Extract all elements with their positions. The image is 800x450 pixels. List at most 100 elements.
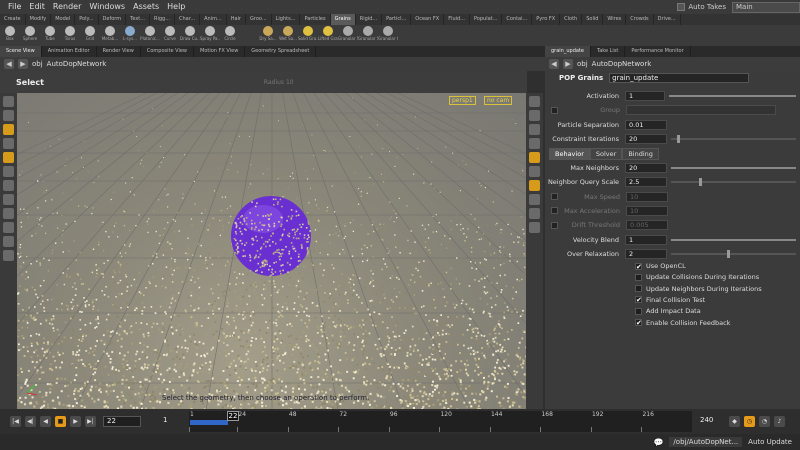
end-frame-field[interactable]: 240	[697, 416, 721, 427]
checkbox-row[interactable]: Update Neighbors During Iterations	[635, 285, 762, 293]
forward-icon[interactable]: ▶	[18, 59, 28, 69]
param-field[interactable]: 1	[625, 234, 667, 245]
shelf-tool[interactable]: Solid Gra...	[298, 25, 318, 46]
speech-icon[interactable]: 💬	[653, 438, 663, 447]
first-frame-icon[interactable]: |◀	[10, 416, 21, 427]
shelf-tool[interactable]: Torus	[60, 25, 80, 46]
forward-icon[interactable]: ▶	[563, 59, 573, 69]
keys-icon[interactable]: ◆	[729, 416, 740, 427]
param-checkbox[interactable]	[551, 207, 558, 215]
pane-tab[interactable]: Performance Monitor	[625, 46, 691, 57]
shelf-tool[interactable]: Granular C...	[378, 25, 398, 46]
shelf-tool[interactable]: Granular S...	[358, 25, 378, 46]
shelf-tab[interactable]: Text...	[126, 14, 151, 25]
shelf-tab[interactable]: Lights...	[272, 14, 301, 25]
shelf-tab[interactable]: Anim...	[200, 14, 227, 25]
shelf-tab[interactable]: Create	[0, 14, 26, 25]
param-checkbox[interactable]	[551, 193, 558, 201]
shelf-tab[interactable]: Rigg...	[150, 14, 175, 25]
pane-tab[interactable]: Take List	[591, 46, 626, 57]
menu-file[interactable]: File	[4, 0, 25, 14]
rotate-tool-icon[interactable]	[3, 152, 14, 163]
shelf-tab[interactable]: Cloth	[560, 14, 583, 25]
param-checkbox[interactable]	[551, 221, 558, 229]
shelf-tab[interactable]: Drive...	[654, 14, 681, 25]
camera-menu[interactable]: no cam	[484, 96, 513, 105]
checkbox-icon[interactable]: ✔	[635, 262, 642, 270]
brush-tool-icon[interactable]	[3, 194, 14, 205]
shelf-tab[interactable]: Rigid...	[356, 14, 383, 25]
checkbox-icon[interactable]	[635, 307, 642, 315]
param-slider[interactable]	[671, 249, 796, 258]
node-name-field[interactable]: grain_update	[609, 73, 750, 83]
shelf-tab[interactable]: Populat...	[470, 14, 503, 25]
back-icon[interactable]: ◀	[549, 59, 559, 69]
shelf-tool[interactable]: Sphere	[20, 25, 40, 46]
display-options-icon[interactable]	[529, 96, 540, 107]
shelf-tab[interactable]: Model	[51, 14, 76, 25]
camera-tool-icon[interactable]	[3, 236, 14, 247]
shelf-tool[interactable]: Spray Pa...	[200, 25, 220, 46]
wireframe-icon[interactable]	[529, 138, 540, 149]
menu-help[interactable]: Help	[163, 0, 189, 14]
shelf-tab[interactable]: Pyro FX	[532, 14, 561, 25]
back-icon[interactable]: ◀	[4, 59, 14, 69]
pane-tab[interactable]: grain_update	[545, 46, 591, 57]
scene-viewport[interactable]: persp1 no cam Select the geometry, then …	[17, 93, 526, 409]
light-tool-icon[interactable]	[3, 222, 14, 233]
pose-tool-icon[interactable]	[3, 180, 14, 191]
shelf-tool[interactable]: Grid	[80, 25, 100, 46]
handle-tool-icon[interactable]	[3, 166, 14, 177]
checkbox-icon[interactable]	[635, 285, 642, 293]
separation-field[interactable]: 0.01	[625, 120, 667, 130]
menu-render[interactable]: Render	[49, 0, 85, 14]
pane-tab[interactable]: Motion FX View	[194, 46, 246, 57]
timeline-ruler[interactable]: 22 1 24 48 72 96 120 144 168 192 216	[189, 411, 692, 432]
shelf-tab[interactable]: Groo...	[246, 14, 272, 25]
param-field[interactable]: 2	[625, 248, 667, 259]
shelf-tool[interactable]: Tube	[40, 25, 60, 46]
audio-icon[interactable]: ♪	[774, 416, 785, 427]
param-slider[interactable]	[671, 178, 796, 187]
pane-tab[interactable]: Scene View	[0, 46, 42, 57]
shelf-tool[interactable]: Circle	[220, 25, 240, 46]
global-anim-icon[interactable]: ◔	[759, 416, 770, 427]
param-field[interactable]: 10	[626, 191, 668, 202]
start-frame-field[interactable]: 1	[160, 416, 188, 427]
frame-field[interactable]: 22	[103, 416, 141, 427]
menu-assets[interactable]: Assets	[129, 0, 163, 14]
network-path[interactable]: /obj/AutoDopNet...	[669, 437, 743, 447]
shelf-tool[interactable]: Platonic...	[140, 25, 160, 46]
current-frame-marker[interactable]: 22	[227, 411, 239, 421]
play-icon[interactable]: ▶	[70, 416, 81, 427]
activation-slider[interactable]	[669, 95, 796, 97]
shelf-tab[interactable]: Crowds	[626, 14, 654, 25]
view-tool-icon[interactable]	[3, 96, 14, 107]
path-seg-network[interactable]: AutoDopNetwork	[47, 60, 107, 68]
shelf-tab[interactable]: Wires	[603, 14, 627, 25]
points-icon[interactable]	[529, 194, 540, 205]
render-tool-icon[interactable]	[3, 250, 14, 261]
shading-icon[interactable]	[529, 124, 540, 135]
checkbox-icon[interactable]: ✔	[635, 319, 642, 327]
camera-icon[interactable]	[529, 222, 540, 233]
shelf-tool[interactable]: Lifted Gra...	[318, 25, 338, 46]
shelf-tool[interactable]: Metab...	[100, 25, 120, 46]
shelf-tool[interactable]: Draw Cu...	[180, 25, 200, 46]
path-seg-network[interactable]: AutoDopNetwork	[592, 60, 652, 68]
param-field[interactable]: 2.5	[625, 177, 667, 188]
realtime-icon[interactable]: ◷	[744, 416, 755, 427]
group-field[interactable]	[626, 105, 776, 115]
shelf-tool[interactable]: Dry Sa...	[258, 25, 278, 46]
menu-windows[interactable]: Windows	[85, 0, 129, 14]
param-slider[interactable]	[671, 167, 796, 169]
shelf-tab[interactable]: Fluid...	[444, 14, 470, 25]
shelf-tab[interactable]: Particles	[300, 14, 331, 25]
param-slider[interactable]	[671, 238, 796, 241]
shelf-tool[interactable]: Curve	[160, 25, 180, 46]
lighting-icon[interactable]	[529, 110, 540, 121]
tab-solver[interactable]: Solver	[589, 148, 623, 160]
pane-tab[interactable]: Geometry Spreadsheet	[245, 46, 317, 57]
scale-tool-icon[interactable]	[3, 110, 14, 121]
play-reverse-icon[interactable]: ◀	[40, 416, 51, 427]
